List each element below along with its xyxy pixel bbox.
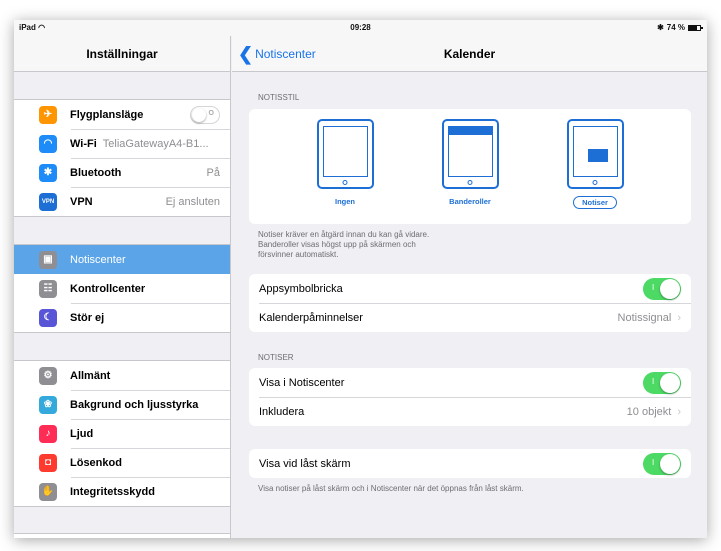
lock-screen-group: Visa vid låst skärm I [249,449,691,478]
airplane-mode-toggle[interactable]: O [190,105,220,124]
sidebar-group-general: ⚙ Allmänt ❀ Bakgrund och ljusstyrka ♪ Lj… [14,360,230,507]
style-label-none: Ingen [335,197,355,206]
alert-style-picker: Ingen Banderoller Notiser [249,109,691,224]
chevron-right-icon: › [677,405,681,418]
chevron-right-icon: › [677,311,681,324]
show-in-center-row: Visa i Notiscenter I [249,368,691,397]
sidebar-item-wifi[interactable]: ◠ Wi-Fi TeliaGatewayA4-B1... [14,129,230,158]
badge-group: Appsymbolbricka I Kalenderpåminnelser No… [249,274,691,332]
badge-label: Appsymbolbricka [259,282,343,295]
sidebar-item-label: Notiscenter [70,253,126,266]
sidebar-item-label: Wi-Fi [70,137,97,150]
include-label: Inkludera [259,405,305,418]
status-bar: iPad ◠ 09:28 ✱ 74 % [14,20,707,36]
sidebar-item-label: Integritetsskydd [70,485,155,498]
style-option-banners[interactable]: Banderoller [430,119,510,209]
sidebar-item-label: VPN [70,195,93,208]
page-title: Kalender [443,47,496,61]
tablet-none-icon [316,119,374,189]
settings-sidebar: Inställningar ✈ Flygplansläge O ◠ Wi-Fi … [14,36,231,538]
sidebar-item-label: Bluetooth [70,166,122,179]
badge-toggle[interactable]: I [643,277,681,300]
wallpaper-icon: ❀ [39,395,57,414]
badge-row: Appsymbolbricka I [249,274,691,303]
lock-screen-row: Visa vid låst skärm I [249,449,691,478]
sidebar-item-do-not-disturb[interactable]: ☾ Stör ej [14,303,230,332]
toggle-on-glyph: I [652,282,655,292]
sidebar-item-label: Ljud [70,427,94,440]
control-center-icon: ☷ [39,279,57,298]
wifi-network-name: TeliaGatewayA4-B1... [102,137,209,150]
section-header-notiser: NOTISER [258,353,294,362]
clock: 09:28 [350,23,371,32]
show-in-center-toggle[interactable]: I [643,371,681,394]
lock-screen-toggle[interactable]: I [643,452,681,475]
toggle-on-glyph: I [652,376,655,386]
vpn-value: Ej ansluten [165,195,220,208]
sidebar-item-wallpaper[interactable]: ❀ Bakgrund och ljusstyrka [14,390,230,419]
sidebar-item-icloud[interactable]: ☁ iCloud [14,534,230,538]
sidebar-item-privacy[interactable]: ✋ Integritetsskydd [14,477,230,506]
bluetooth-icon: ✱ [39,163,57,182]
style-option-alerts[interactable]: Notiser [555,119,635,210]
bluetooth-status-icon: ✱ [657,23,664,32]
tablet-alert-icon [566,119,624,189]
ipad-screen: iPad ◠ 09:28 ✱ 74 % Inställningar ✈ Flyg… [14,20,707,538]
reminders-label: Kalenderpåminnelser [259,311,363,324]
sidebar-item-label: Flygplansläge [70,108,144,121]
sidebar-group-accounts: ☁ iCloud [14,533,230,538]
sidebar-item-notification-center[interactable]: ▣ Notiscenter [14,245,230,274]
toggle-on-glyph: I [652,457,655,467]
show-in-center-label: Visa i Notiscenter [259,376,345,389]
sidebar-item-label: Kontrollcenter [70,282,146,295]
style-footer: Notiser kräver en åtgärd innan du kan gå… [258,230,430,259]
include-value: 10 objekt [626,405,672,418]
sidebar-item-label: Stör ej [70,311,105,324]
sidebar-item-general[interactable]: ⚙ Allmänt [14,361,230,390]
style-label-banners: Banderoller [449,197,491,206]
lock-screen-footer: Visa notiser på låst skärm och i Notisce… [258,484,524,493]
section-header-style: NOTISSTIL [258,93,300,102]
sidebar-title: Inställningar [14,36,230,72]
hand-icon: ✋ [39,482,57,501]
bluetooth-value: På [206,166,220,179]
sidebar-item-label: Bakgrund och ljusstyrka [70,398,199,411]
gear-icon: ⚙ [39,366,57,385]
sidebar-item-vpn[interactable]: VPN VPN Ej ansluten [14,187,230,216]
sidebar-item-label: Allmänt [70,369,111,382]
sidebar-group-notifications: ▣ Notiscenter ☷ Kontrollcenter ☾ Stör ej [14,244,230,333]
sidebar-group-connectivity: ✈ Flygplansläge O ◠ Wi-Fi TeliaGatewayA4… [14,99,230,217]
style-label-alerts: Notiser [573,196,617,209]
battery-icon [688,24,703,31]
detail-pane: ❮ Notiscenter Kalender NOTISSTIL Ingen B… [232,36,707,538]
sidebar-item-airplane[interactable]: ✈ Flygplansläge O [14,100,230,129]
notiser-group: Visa i Notiscenter I Inkludera 10 objekt… [249,368,691,426]
sidebar-item-bluetooth[interactable]: ✱ Bluetooth På [14,158,230,187]
sidebar-item-label: Lösenkod [70,456,122,469]
vpn-icon: VPN [39,192,57,211]
moon-icon: ☾ [39,308,57,327]
lock-screen-label: Visa vid låst skärm [259,457,351,470]
notification-center-icon: ▣ [39,250,57,269]
sidebar-item-control-center[interactable]: ☷ Kontrollcenter [14,274,230,303]
calendar-reminders-row[interactable]: Kalenderpåminnelser Notissignal › [249,303,691,332]
airplane-icon: ✈ [39,105,57,124]
battery-percent: 74 % [666,23,685,32]
nav-bar: ❮ Notiscenter Kalender [232,36,707,72]
status-right: ✱ 74 % [657,23,703,32]
include-row[interactable]: Inkludera 10 objekt › [249,397,691,426]
wifi-icon: ◠ [39,134,57,153]
toggle-off-glyph: O [208,109,214,117]
style-option-none[interactable]: Ingen [305,119,385,209]
lock-icon: ◘ [39,453,57,472]
reminders-value: Notissignal [617,311,672,324]
sidebar-item-passcode[interactable]: ◘ Lösenkod [14,448,230,477]
speaker-icon: ♪ [39,424,57,443]
tablet-banner-icon [441,119,499,189]
sidebar-item-sounds[interactable]: ♪ Ljud [14,419,230,448]
